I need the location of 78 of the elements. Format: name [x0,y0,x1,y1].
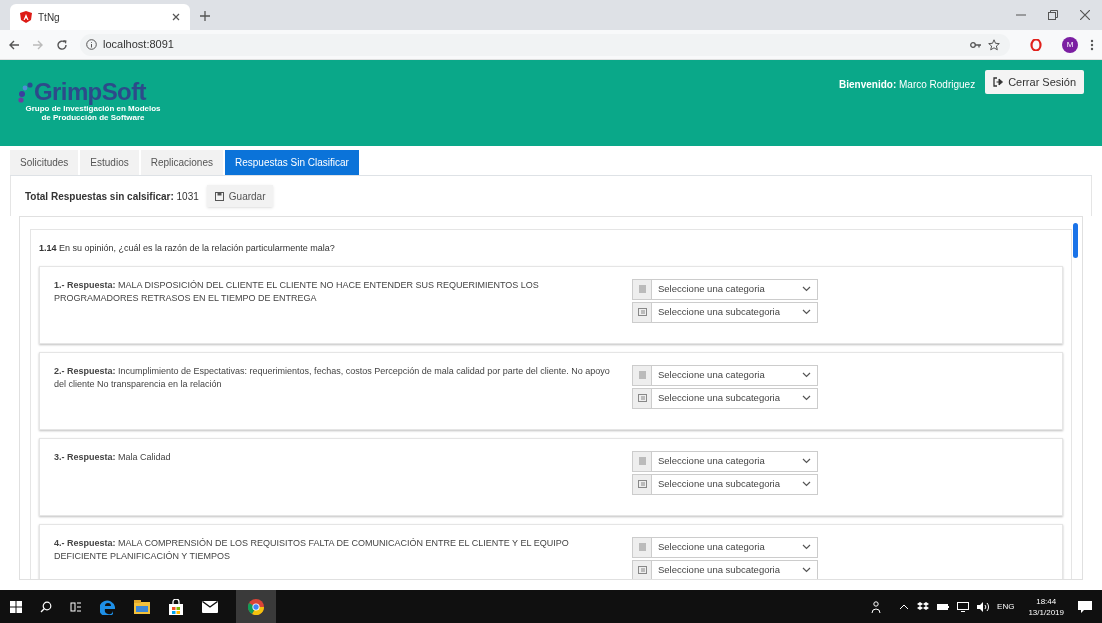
chrome-taskbar-button[interactable] [236,590,276,623]
browser-tab[interactable]: TtNg [10,4,190,30]
category-select[interactable]: Seleccione una categoria [652,278,818,300]
volume-icon[interactable] [977,601,990,612]
folder-icon[interactable] [134,599,150,614]
network-icon[interactable] [957,601,970,612]
profile-avatar[interactable]: M [1062,36,1078,53]
logout-button[interactable]: Cerrar Sesión [985,70,1084,94]
list-icon [637,371,647,379]
answer-text: 3.- Respuesta: Mala Calidad [54,450,172,464]
clock-date[interactable]: 13/1/2019 [1028,606,1064,618]
answer-text: 4.- Respuesta: MALA COMPRENSIÓN DE LOS REQUISITOS FALTA DE COMUNICACIÓN ENTRE EL CLIENTE Y EL EQUIPO DEFICIENTE PLANIFICACIÓN Y TIEMPOS [54,536,570,563]
floppy-icon [214,191,224,201]
battery-icon[interactable] [937,602,950,611]
chevron-icon [802,372,811,378]
chevron-icon [802,481,811,487]
close-icon[interactable] [172,13,180,21]
windows-icon[interactable] [10,600,22,613]
chevron-icon [802,458,811,464]
bag-icon[interactable] [168,598,184,615]
tab[interactable]: Replicaciones [140,150,223,175]
save-button[interactable]: Guardar [206,185,274,207]
language-indicator[interactable]: ENG [997,600,1015,613]
restore-icon[interactable] [1048,10,1058,20]
chevron-up-icon[interactable] [899,603,910,610]
list-icon [637,285,647,293]
category-select[interactable]: Seleccione una categoria [652,536,818,558]
scrollbar-thumb[interactable] [1073,223,1078,258]
subcategory-select[interactable]: Seleccione una subcategoria [652,387,818,409]
close-icon[interactable] [1080,10,1090,20]
tab[interactable]: Respuestas Sin Clasificar [225,150,359,175]
reload-icon[interactable] [56,38,68,51]
plus-icon[interactable] [200,11,210,21]
category-select[interactable]: Seleccione una categoria [652,364,818,386]
subcategory-select[interactable]: Seleccione una subcategoria [652,473,818,495]
menu-icon[interactable] [1090,38,1094,51]
category-select[interactable]: Seleccione una categoria [652,450,818,472]
chevron-icon [802,567,811,573]
task-view-icon[interactable] [70,600,82,613]
url-text: localhost:8091 [103,37,174,53]
edge-icon[interactable] [100,598,116,615]
tab-title: TtNg [38,10,61,25]
notification-icon[interactable] [1078,600,1092,613]
list-icon [637,566,647,574]
search-icon[interactable] [40,600,52,613]
chevron-icon [802,309,811,315]
list-icon [637,394,647,402]
list-icon [637,308,647,316]
subcategory-select[interactable]: Seleccione una subcategoria [652,301,818,323]
person-icon[interactable] [871,600,884,613]
clock-time[interactable]: 18:44 [1036,595,1057,607]
logo-text: GrimpSoft [34,80,146,104]
list-icon [637,543,647,551]
logo-subtitle: de Producción de Software [40,113,146,122]
star-icon[interactable] [988,38,1000,51]
chevron-icon [802,395,811,401]
answer-text: 2.- Respuesta: Incumplimiento de Espectativas: requerimientos, fechas, costos Percepción de mala calidad por parte del cliente. No apoyo del cliente No transparencia en la relación [54,364,611,391]
logout-icon [993,77,1004,87]
list-icon [637,457,647,465]
tab[interactable]: Solicitudes [10,150,79,175]
mail-icon[interactable] [202,600,218,613]
logo-subtitle: Grupo de Investigación en Modelos [24,104,162,113]
welcome-text: Bienvenido: Marco Rodriguez [839,78,976,92]
list-icon [637,480,647,488]
question-text: 1.14 En su opinión, ¿cuál es la razón de la relación particularmente mala? [39,242,336,255]
key-icon[interactable] [970,40,982,49]
total-text: Total Respuestas sin calsificar: 1031 [25,189,199,204]
back-icon[interactable] [8,38,20,51]
shield-icon [20,11,32,23]
chevron-icon [802,544,811,550]
info-icon [86,39,97,50]
chevron-icon [802,286,811,292]
dots-icon [18,82,34,104]
address-bar[interactable]: localhost:8091 [80,33,1010,56]
answer-text: 1.- Respuesta: MALA DISPOSICIÓN DEL CLIENTE EL CLIENTE NO HACE ENTENDER SUS REQUERIMIENTOS LOS PROGRAMADORES RETRASOS EN EL TIEMPO DE ENTREGA [54,278,540,305]
browser-icon [248,598,264,615]
subcategory-select[interactable]: Seleccione una subcategoria [652,559,818,579]
tab[interactable]: Estudios [80,150,139,175]
